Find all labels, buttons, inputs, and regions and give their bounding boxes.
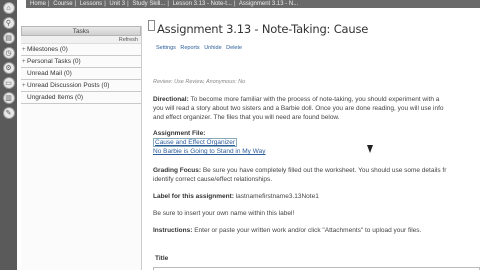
tasks-list: + Milestones (0) + Personal Tasks (0) Un… xyxy=(21,44,141,104)
directional-text: To become more familiar with the process… xyxy=(190,96,440,103)
home-icon[interactable]: ⌂ xyxy=(2,2,15,14)
sidebar-item-ungraded[interactable]: Ungraded Items (0) xyxy=(21,92,141,104)
tasks-header[interactable]: Tasks xyxy=(21,26,141,36)
sidebar-item-label: Unread Discussion Posts (0) xyxy=(27,82,110,89)
instructions: Instructions: Enter or paste your writte… xyxy=(153,226,480,235)
breadcrumb-study-skills[interactable]: Study Skill... xyxy=(132,1,165,7)
unhide-link[interactable]: Unhide xyxy=(204,45,221,51)
assignment-files: Assignment File: Cause and Effect Organi… xyxy=(153,129,480,156)
delete-link[interactable]: Delete xyxy=(226,45,242,51)
directional-text-3: and effect organizer. The files that you… xyxy=(153,114,340,121)
tasks-sidebar: Tasks Refresh + Milestones (0) + Persona… xyxy=(21,26,142,270)
breadcrumb: Home | Course | Lessons | Unit 3 | Study Ski… xyxy=(26,0,480,8)
assign-label: Label for this assignment: xyxy=(153,193,234,200)
tools-icon[interactable]: ✎ xyxy=(2,107,15,119)
breadcrumb-assignment: Assignment 3.13 - N... xyxy=(238,1,299,7)
document-icon xyxy=(148,20,155,31)
sidebar-item-unread-discussion[interactable]: + Unread Discussion Posts (0) xyxy=(21,80,141,92)
grading-text-2: identify correct cause/effect relationsh… xyxy=(153,176,273,183)
breadcrumb-unit[interactable]: Unit 3 xyxy=(109,1,125,7)
refresh-link[interactable]: Refresh xyxy=(119,37,138,43)
refresh-row: Refresh xyxy=(21,36,141,44)
left-toolbar: ⌂ ⚲ ▤ ◷ ⚙ ▭ ▥ ✎ xyxy=(0,0,17,270)
sidebar-item-personal-tasks[interactable]: + Personal Tasks (0) xyxy=(21,56,141,68)
directional-paragraph: Directional: To become more familiar wit… xyxy=(153,95,480,122)
gear-icon[interactable]: ⚙ xyxy=(2,62,15,74)
mouse-cursor-icon xyxy=(367,145,373,153)
instructions-label: Instructions: xyxy=(153,227,193,234)
sidebar-item-unread-mail[interactable]: Unread Mail (0) xyxy=(21,68,141,80)
name-reminder: Be sure to insert your own name within t… xyxy=(153,210,295,217)
breadcrumb-course[interactable]: Course xyxy=(53,1,72,7)
file-label: Assignment File: xyxy=(153,130,206,137)
breadcrumb-lesson[interactable]: Lesson 3.13 - Note-t... xyxy=(173,1,232,7)
assignment-label: Label for this assignment: lastnamefirst… xyxy=(153,192,480,201)
sidebar-item-label: Unread Mail (0) xyxy=(27,70,72,77)
directional-text-2: you will read a story about two sisters … xyxy=(153,105,444,112)
title-row: Assignment 3.13 - Note-Taking: Cause xyxy=(148,12,480,42)
directional-label: Directional: xyxy=(153,96,189,103)
grading-label: Grading Focus: xyxy=(153,167,202,174)
assignment-actions: Settings Reports Unhide Delete xyxy=(156,45,245,51)
assignment-content: Assignment 3.13 - Note-Taking: Cause Set… xyxy=(148,12,480,270)
sidebar-item-label: Personal Tasks (0) xyxy=(27,58,81,65)
clock-icon[interactable]: ◷ xyxy=(2,47,15,59)
page-title: Assignment 3.13 - Note-Taking: Cause xyxy=(157,22,369,36)
review-settings: Review: Use Review, Anonymous: No xyxy=(153,79,246,85)
grading-text: Be sure you have completely filled out t… xyxy=(202,167,447,174)
sidebar-item-milestones[interactable]: + Milestones (0) xyxy=(21,44,141,56)
breadcrumb-lessons[interactable]: Lessons xyxy=(80,1,102,7)
sidebar-item-label: Ungraded Items (0) xyxy=(27,94,83,101)
folder-icon[interactable]: ▭ xyxy=(2,77,15,89)
chart-icon[interactable]: ▥ xyxy=(2,92,15,104)
cause-effect-organizer-link[interactable]: Cause and Effect Organizer xyxy=(153,138,238,147)
book-icon[interactable]: ▤ xyxy=(2,32,15,44)
barbie-story-link[interactable]: No Barbie is Going to Stand in My Way xyxy=(153,148,265,155)
expand-icon[interactable]: + xyxy=(22,44,26,56)
sidebar-item-label: Milestones (0) xyxy=(27,46,68,53)
grading-focus: Grading Focus: Be sure you have complete… xyxy=(153,166,480,184)
title-field-label: Title xyxy=(155,255,169,262)
search-icon[interactable]: ⚲ xyxy=(2,17,15,29)
expand-icon[interactable]: + xyxy=(22,80,26,92)
instructions-text: Enter or paste your written work and/or … xyxy=(194,227,422,234)
breadcrumb-home[interactable]: Home xyxy=(30,1,46,7)
expand-icon[interactable]: + xyxy=(22,56,26,68)
settings-link[interactable]: Settings xyxy=(156,45,176,51)
assign-value: lastnamefirstname3.13Note1 xyxy=(235,193,319,200)
reports-link[interactable]: Reports xyxy=(180,45,199,51)
